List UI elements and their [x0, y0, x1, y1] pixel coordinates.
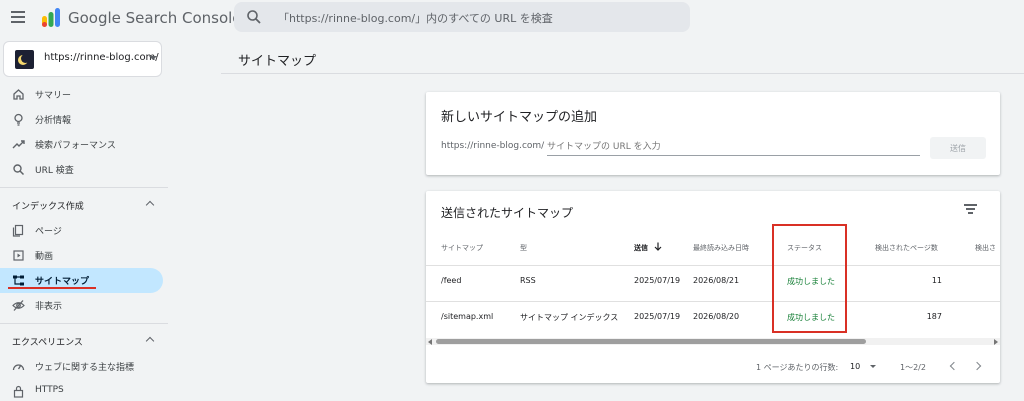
caret-down-icon: [149, 56, 157, 60]
nav-label: 動画: [35, 252, 54, 262]
nav-label: HTTPS: [35, 385, 64, 395]
search-placeholder[interactable]: 「https://rinne-blog.com/」内のすべての URL を検査: [278, 10, 553, 26]
nav-label: ページ: [35, 227, 62, 237]
nav-performance[interactable]: 検索パフォーマンス: [0, 132, 163, 157]
nav-url-inspection[interactable]: URL 検査: [0, 157, 163, 182]
cell-pages: 187: [926, 312, 942, 321]
row-divider: [426, 265, 1000, 266]
scrollbar-thumb[interactable]: [436, 339, 866, 344]
trending-up-icon: [12, 140, 25, 149]
search-console-logo: [42, 8, 60, 27]
filter-icon[interactable]: [964, 204, 977, 215]
card-title: 送信されたサイトマップ: [441, 206, 574, 220]
cell-pages: 11: [931, 276, 942, 285]
rows-per-page-select[interactable]: 10: [850, 362, 860, 371]
section-indexing[interactable]: インデックス作成: [0, 194, 163, 216]
sidebar-divider: [0, 187, 168, 188]
col-last-read[interactable]: 最終読み込み日時: [693, 243, 749, 253]
chevron-right-icon: [972, 361, 982, 371]
nav-label: 非表示: [35, 302, 63, 312]
chevron-up-icon: [145, 200, 155, 210]
section-experience[interactable]: エクスペリエンス: [0, 330, 163, 352]
nav-label: サマリー: [35, 91, 72, 101]
nav-label: 検索パフォーマンス: [35, 141, 116, 151]
brand-name: Google Search Console: [68, 9, 242, 27]
sidebar: https://rinne-blog.com/ サマリー 分析情報 検索パフォー…: [0, 36, 168, 401]
nav-https[interactable]: HTTPS: [0, 379, 163, 401]
chevron-up-icon: [145, 336, 155, 346]
cell-submitted: 2025/07/19: [634, 276, 681, 285]
page-range: 1～2/2: [900, 363, 926, 372]
menu-icon[interactable]: [11, 11, 25, 23]
nav-summary[interactable]: サマリー: [0, 82, 163, 107]
sitemap-url-input[interactable]: [547, 138, 920, 156]
lock-icon: [13, 385, 24, 398]
url-prefix: https://rinne-blog.com/: [441, 141, 545, 151]
row-divider: [426, 301, 1000, 302]
submit-button[interactable]: 送信: [930, 137, 986, 159]
cell-last-read: 2026/08/21: [693, 276, 740, 285]
sidebar-divider: [0, 323, 168, 324]
col-discovered-pages[interactable]: 検出されたページ数: [875, 243, 938, 253]
cell-sitemap[interactable]: /feed: [441, 276, 461, 285]
annotation-underline: [8, 287, 96, 289]
card-title: 新しいサイトマップの追加: [441, 110, 598, 125]
lightbulb-icon: [14, 113, 23, 126]
sitemap-icon: [13, 275, 24, 286]
col-type[interactable]: 型: [520, 243, 527, 253]
site-favicon: [15, 50, 34, 69]
top-bar: Google Search Console 「https://rinne-blo…: [0, 0, 1024, 36]
title-divider: [221, 73, 1024, 74]
section-label: エクスペリエンス: [12, 338, 83, 348]
cell-last-read: 2026/08/20: [693, 312, 740, 321]
nav-pages[interactable]: ページ: [0, 218, 163, 243]
col-discovered-videos[interactable]: 検出さ: [975, 243, 996, 253]
nav-label: URL 検査: [35, 166, 74, 176]
nav-sitemaps[interactable]: サイトマップ: [0, 268, 163, 293]
cell-submitted: 2025/07/19: [634, 312, 681, 321]
nav-insights[interactable]: 分析情報: [0, 107, 163, 132]
property-selector[interactable]: https://rinne-blog.com/: [3, 41, 162, 77]
nav-videos[interactable]: 動画: [0, 243, 163, 268]
caret-down-icon[interactable]: [870, 365, 876, 368]
cell-type: RSS: [520, 276, 536, 285]
property-url: https://rinne-blog.com/: [44, 52, 159, 63]
cell-type: サイトマップ インデックス: [520, 313, 619, 322]
annotation-highlight-box: [772, 224, 847, 333]
home-icon: [13, 89, 24, 100]
add-sitemap-card: 新しいサイトマップの追加 https://rinne-blog.com/ 送信: [426, 92, 1000, 175]
video-icon: [13, 250, 24, 261]
speed-icon: [12, 364, 25, 371]
horizontal-scrollbar[interactable]: [426, 338, 1000, 345]
col-submitted[interactable]: 送信: [634, 243, 648, 253]
search-icon: [13, 164, 25, 176]
nav-label: 分析情報: [35, 116, 72, 126]
submitted-sitemaps-card: 送信されたサイトマップ サイトマップ 型 送信 最終読み込み日時 ステータス 検…: [426, 191, 1000, 383]
next-page-button[interactable]: [972, 359, 986, 373]
search-icon: [247, 10, 261, 24]
sort-arrow-down-icon[interactable]: [654, 242, 662, 251]
scroll-left-icon[interactable]: [428, 339, 432, 345]
inspect-url-search[interactable]: 「https://rinne-blog.com/」内のすべての URL を検査: [234, 2, 690, 32]
rows-per-page-label: 1 ページあたりの行数:: [756, 363, 839, 372]
prev-page-button[interactable]: [946, 359, 960, 373]
cell-sitemap[interactable]: /sitemap.xml: [441, 312, 493, 321]
page-title: サイトマップ: [238, 54, 317, 69]
scroll-right-icon[interactable]: [994, 339, 998, 345]
visibility-off-icon: [12, 300, 25, 311]
col-sitemap[interactable]: サイトマップ: [441, 243, 483, 253]
chevron-left-icon: [949, 361, 959, 371]
nav-core-web-vitals[interactable]: ウェブに関する主な指標: [0, 354, 163, 379]
nav-removals[interactable]: 非表示: [0, 293, 163, 318]
nav-label: サイトマップ: [35, 277, 90, 287]
pages-icon: [12, 224, 24, 237]
section-label: インデックス作成: [12, 202, 84, 212]
nav-label: ウェブに関する主な指標: [35, 363, 135, 373]
